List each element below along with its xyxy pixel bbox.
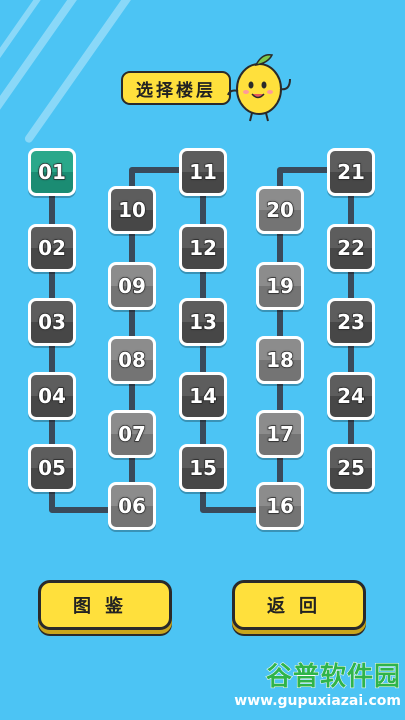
- level-03[interactable]: 03: [28, 298, 76, 346]
- level-21[interactable]: 21: [327, 148, 375, 196]
- watermark-name: 谷普软件园: [265, 662, 401, 693]
- level-06[interactable]: 06: [108, 482, 156, 530]
- level-17[interactable]: 17: [256, 410, 304, 458]
- level-16[interactable]: 16: [256, 482, 304, 530]
- level-13[interactable]: 13: [179, 298, 227, 346]
- back-button[interactable]: 返回: [232, 580, 366, 630]
- page-title: 选择楼层: [121, 71, 231, 105]
- level-23[interactable]: 23: [327, 298, 375, 346]
- level-02[interactable]: 02: [28, 224, 76, 272]
- level-25[interactable]: 25: [327, 444, 375, 492]
- level-07[interactable]: 07: [108, 410, 156, 458]
- level-04[interactable]: 04: [28, 372, 76, 420]
- watermark: 谷普软件园 www.gupuxiazai.com: [213, 656, 401, 716]
- level-22[interactable]: 22: [327, 224, 375, 272]
- level-11[interactable]: 11: [179, 148, 227, 196]
- level-09[interactable]: 09: [108, 262, 156, 310]
- level-01[interactable]: 01: [28, 148, 76, 196]
- level-14[interactable]: 14: [179, 372, 227, 420]
- gallery-button[interactable]: 图鉴: [38, 580, 172, 630]
- lemon-mascot-icon: [227, 53, 291, 122]
- level-10[interactable]: 10: [108, 186, 156, 234]
- level-18[interactable]: 18: [256, 336, 304, 384]
- level-19[interactable]: 19: [256, 262, 304, 310]
- level-15[interactable]: 15: [179, 444, 227, 492]
- level-12[interactable]: 12: [179, 224, 227, 272]
- level-05[interactable]: 05: [28, 444, 76, 492]
- watermark-url: www.gupuxiazai.com: [234, 693, 401, 709]
- level-24[interactable]: 24: [327, 372, 375, 420]
- level-08[interactable]: 08: [108, 336, 156, 384]
- level-20[interactable]: 20: [256, 186, 304, 234]
